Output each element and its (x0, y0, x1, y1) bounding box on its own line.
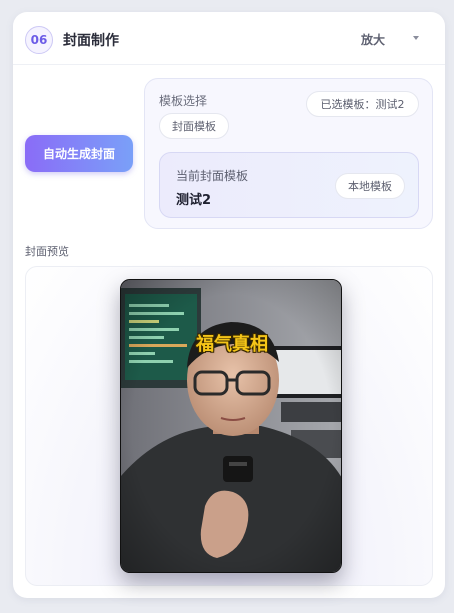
step-header: 06 封面制作 放大 (13, 12, 445, 65)
cover-preview-area: 福气真相 (25, 266, 433, 586)
selected-template-badge: 已选模板：测试2 (306, 91, 419, 117)
cover-photo-illustration (121, 280, 341, 572)
current-template-label: 当前封面模板 (176, 169, 249, 183)
cover-title-text: 福气真相 (196, 334, 268, 355)
auto-generate-cover-button[interactable]: 自动生成封面 (25, 135, 133, 172)
cover-making-card: 06 封面制作 放大 自动生成封面 模板选择 已选模板：测试2 封面模板 当前封… (13, 12, 445, 598)
step-title: 封面制作 (63, 33, 119, 49)
caret-down-icon[interactable] (413, 36, 419, 40)
template-selection-panel: 模板选择 已选模板：测试2 封面模板 当前封面模板 测试2 本地模板 (144, 78, 433, 229)
zoom-toggle-button[interactable]: 放大 (361, 31, 385, 48)
cover-preview-label: 封面预览 (25, 245, 69, 258)
cover-template-chip[interactable]: 封面模板 (159, 113, 229, 139)
template-selection-label: 模板选择 (159, 94, 208, 108)
current-template-value: 测试2 (176, 193, 212, 208)
step-number-badge: 06 (25, 26, 53, 54)
local-template-button[interactable]: 本地模板 (335, 173, 405, 199)
current-template-box: 当前封面模板 测试2 本地模板 (159, 152, 419, 218)
cover-image: 福气真相 (120, 279, 342, 573)
